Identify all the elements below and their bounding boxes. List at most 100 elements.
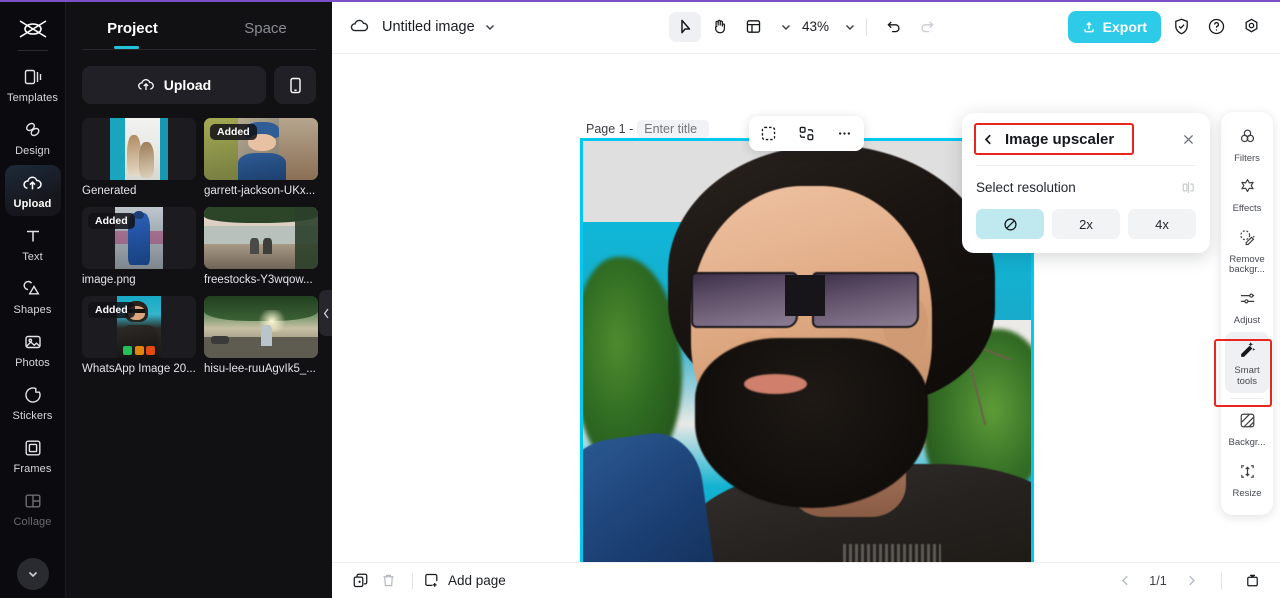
dock-label: Adjust bbox=[1233, 314, 1261, 326]
chevron-left-icon[interactable] bbox=[979, 133, 997, 146]
remix-icon[interactable] bbox=[792, 121, 820, 147]
asset-thumbnail[interactable]: Added bbox=[204, 118, 318, 180]
sidebar-item-templates[interactable]: Templates bbox=[5, 59, 61, 110]
capcut-logo[interactable] bbox=[13, 14, 53, 44]
add-page-button[interactable]: Add page bbox=[423, 572, 506, 589]
resolution-option-2x[interactable]: 2x bbox=[1052, 209, 1120, 239]
tab-active-indicator bbox=[114, 46, 139, 49]
layout-chevron-down-icon[interactable] bbox=[780, 21, 792, 33]
compare-split-icon[interactable] bbox=[1181, 180, 1196, 195]
popover-title: Image upscaler bbox=[1005, 130, 1115, 148]
asset-item[interactable]: Added garrett-jackson-UKx... bbox=[204, 118, 318, 197]
delete-page-button[interactable] bbox=[374, 568, 402, 594]
dock-item-adjust[interactable]: Adjust bbox=[1225, 282, 1269, 332]
document-title[interactable]: Untitled image bbox=[382, 19, 475, 35]
layout-tool-button[interactable] bbox=[737, 12, 769, 42]
page-label-row: Page 1 - bbox=[586, 120, 710, 138]
asset-thumbnail[interactable] bbox=[204, 207, 318, 269]
asset-caption: image.png bbox=[82, 274, 136, 286]
dock-item-filters[interactable]: Filters bbox=[1225, 120, 1269, 170]
effects-star-icon bbox=[1238, 177, 1257, 201]
asset-item[interactable]: Added WhatsApp Image 20... bbox=[82, 296, 196, 375]
title-chevron-down-icon[interactable] bbox=[484, 21, 496, 33]
hand-tool-button[interactable] bbox=[703, 12, 735, 42]
sidebar-item-photos[interactable]: Photos bbox=[5, 324, 61, 375]
resolution-option-label: 4x bbox=[1155, 216, 1169, 232]
dock-item-background[interactable]: Backgr... bbox=[1225, 404, 1269, 454]
sidebar-item-shapes[interactable]: Shapes bbox=[5, 271, 61, 322]
resolution-option-none[interactable] bbox=[976, 209, 1044, 239]
shield-check-icon[interactable] bbox=[1166, 12, 1196, 42]
asset-thumbnail[interactable]: Added bbox=[82, 207, 196, 269]
project-panel: Project Space Upload Generated Added gar… bbox=[66, 0, 332, 598]
undo-button[interactable] bbox=[877, 12, 909, 42]
asset-thumbnail[interactable]: Added bbox=[82, 296, 196, 358]
cloud-save-icon[interactable] bbox=[346, 14, 372, 40]
remove-background-icon bbox=[1238, 228, 1257, 252]
canvas-area[interactable]: Page 1 - Enter title Image upscaler Sele… bbox=[332, 54, 1280, 598]
redo-button[interactable] bbox=[911, 12, 943, 42]
help-circle-icon[interactable] bbox=[1201, 12, 1231, 42]
image-upscaler-popover: Image upscaler Select resolution 2x 4x bbox=[962, 113, 1210, 253]
upload-row: Upload bbox=[66, 50, 332, 104]
asset-item[interactable]: Added image.png bbox=[82, 207, 196, 286]
asset-item[interactable]: freestocks-Y3wqow... bbox=[204, 207, 318, 286]
next-page-button[interactable] bbox=[1177, 568, 1205, 594]
browser-accent-bar bbox=[0, 0, 1280, 2]
sidebar-item-frames[interactable]: Frames bbox=[5, 430, 61, 481]
pages-grid-icon bbox=[1246, 574, 1258, 587]
resolution-option-4x[interactable]: 4x bbox=[1128, 209, 1196, 239]
upload-button[interactable]: Upload bbox=[82, 66, 266, 104]
pages-grid-button[interactable] bbox=[1238, 568, 1266, 594]
topbar-right-group: Export bbox=[1067, 10, 1266, 43]
added-badge: Added bbox=[88, 302, 135, 318]
asset-item[interactable]: Generated bbox=[82, 118, 196, 197]
mobile-upload-button[interactable] bbox=[274, 66, 316, 104]
asset-thumbnail[interactable] bbox=[82, 118, 196, 180]
popover-header: Image upscaler bbox=[962, 113, 1210, 165]
templates-icon bbox=[22, 66, 44, 88]
collapse-panel-handle[interactable] bbox=[319, 290, 332, 336]
duplicate-page-button[interactable] bbox=[346, 568, 374, 594]
prev-page-button[interactable] bbox=[1111, 568, 1139, 594]
sidebar-item-design[interactable]: Design bbox=[5, 112, 61, 163]
dock-label: Resize bbox=[1232, 487, 1262, 499]
asset-grid: Generated Added garrett-jackson-UKx... A… bbox=[66, 104, 332, 375]
dock-item-remove-background[interactable]: Remove backgr... bbox=[1225, 221, 1269, 282]
expand-sidebar-button[interactable] bbox=[17, 558, 49, 590]
sidebar-label: Frames bbox=[13, 463, 52, 475]
smart-tools-wand-icon bbox=[1238, 339, 1257, 363]
text-icon bbox=[22, 225, 44, 247]
export-button[interactable]: Export bbox=[1067, 10, 1161, 43]
close-icon[interactable] bbox=[1181, 132, 1196, 147]
crop-select-icon[interactable] bbox=[754, 121, 782, 147]
page-title-input[interactable] bbox=[637, 120, 710, 138]
dock-item-smart-tools[interactable]: Smart tools bbox=[1225, 332, 1269, 394]
frames-icon bbox=[22, 437, 44, 459]
zoom-level[interactable]: 43% bbox=[802, 19, 829, 34]
tab-project[interactable]: Project bbox=[66, 12, 199, 49]
photos-icon bbox=[22, 331, 44, 353]
resolution-label: Select resolution bbox=[976, 180, 1076, 195]
asset-caption: WhatsApp Image 20... bbox=[82, 363, 196, 375]
zoom-chevron-down-icon[interactable] bbox=[844, 21, 856, 33]
settings-gear-icon[interactable] bbox=[1236, 12, 1266, 42]
sidebar-item-text[interactable]: Text bbox=[5, 218, 61, 269]
asset-thumbnail[interactable] bbox=[204, 296, 318, 358]
sidebar-label: Upload bbox=[13, 198, 52, 210]
top-toolbar: Untitled image 43% Export bbox=[332, 0, 1280, 54]
add-page-label: Add page bbox=[448, 573, 506, 588]
added-badge: Added bbox=[88, 213, 135, 229]
asset-caption: Generated bbox=[82, 185, 137, 197]
asset-item[interactable]: hisu-lee-ruuAgvIk5_... bbox=[204, 296, 318, 375]
sidebar-label: Photos bbox=[15, 357, 50, 369]
sidebar-label: Text bbox=[22, 251, 43, 263]
dock-item-resize[interactable]: Resize bbox=[1225, 455, 1269, 505]
dock-item-effects[interactable]: Effects bbox=[1225, 170, 1269, 220]
tab-space[interactable]: Space bbox=[199, 12, 332, 49]
sidebar-item-stickers[interactable]: Stickers bbox=[5, 377, 61, 428]
select-tool-button[interactable] bbox=[668, 11, 701, 42]
sidebar-item-upload[interactable]: Upload bbox=[4, 165, 61, 216]
more-options-icon[interactable] bbox=[831, 121, 859, 147]
sidebar-item-collage[interactable]: Collage bbox=[5, 483, 61, 534]
